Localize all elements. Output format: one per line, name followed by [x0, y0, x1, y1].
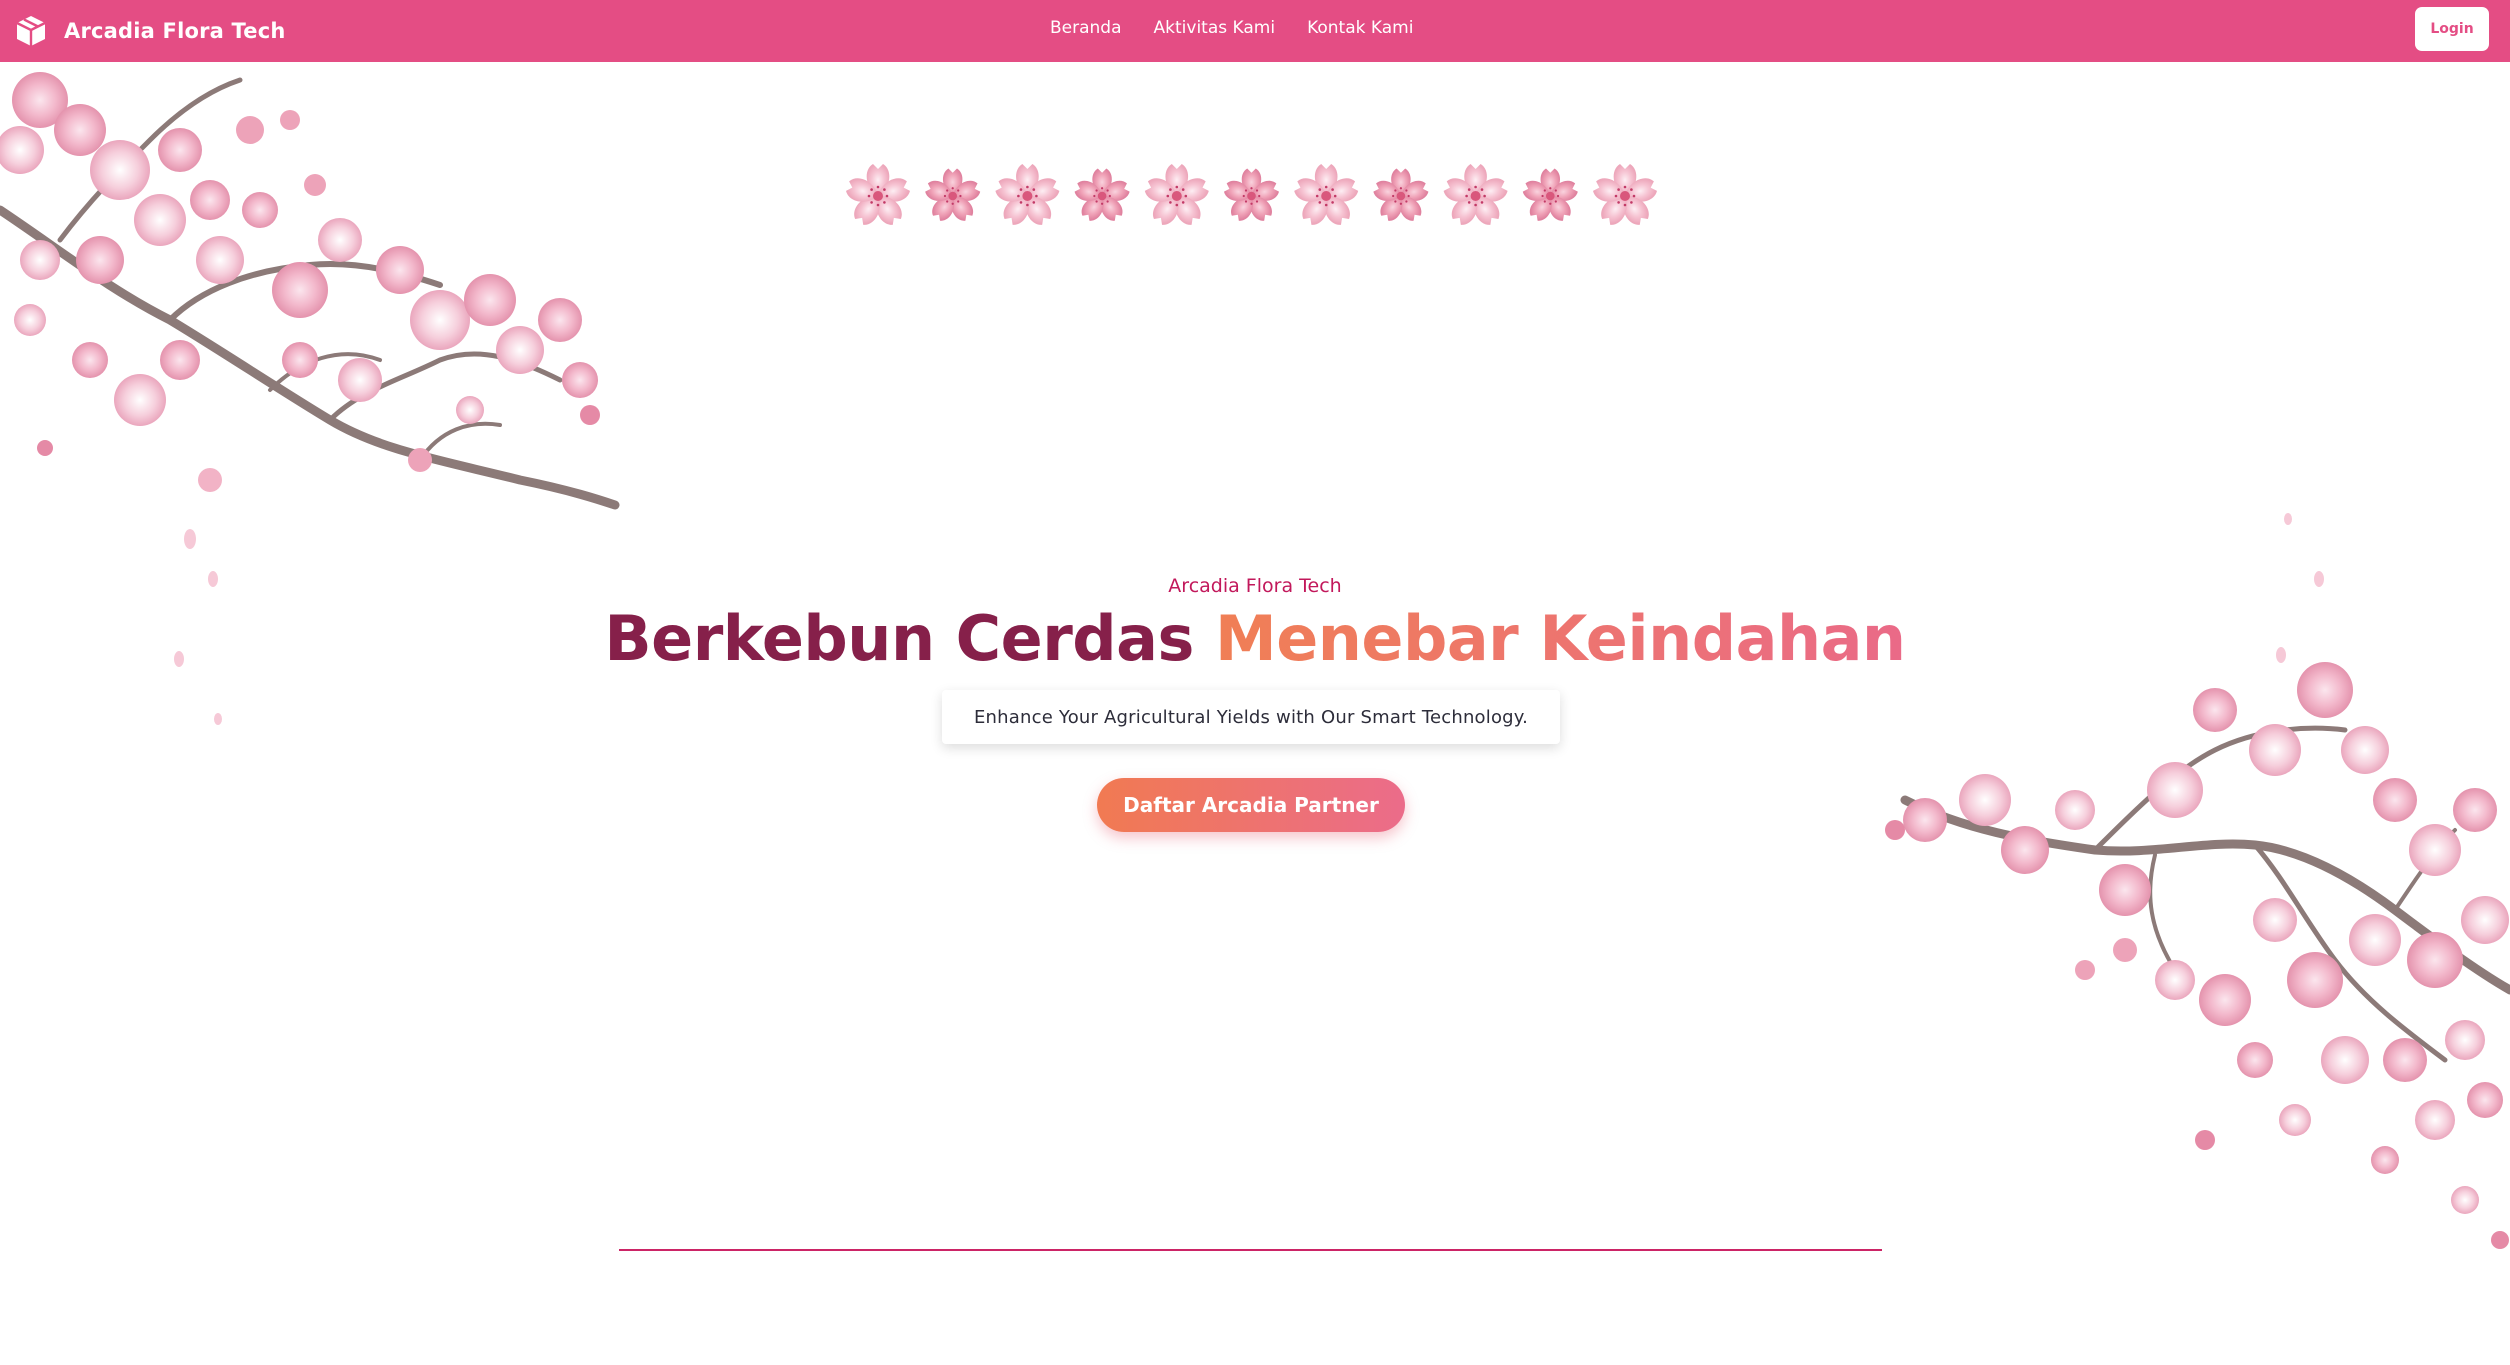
brand-link[interactable]: Arcadia Flora Tech	[14, 12, 286, 50]
hero-title-part2: Menebar Keindahan	[1215, 602, 1906, 675]
nav-link-aktivitas-kami[interactable]: Aktivitas Kami	[1154, 18, 1276, 38]
petal-icon	[214, 713, 222, 725]
sakura-flower-icon	[1522, 168, 1578, 221]
sakura-flower-icon	[925, 168, 981, 221]
sakura-flower-icon	[1294, 164, 1359, 225]
nav-link-beranda[interactable]: Beranda	[1050, 18, 1122, 38]
sakura-flower-icon	[1443, 164, 1508, 225]
sakura-flower-icon	[1144, 164, 1209, 225]
cherry-blossom-branch-icon	[0, 72, 620, 510]
sakura-flower-icon	[995, 164, 1060, 225]
sakura-flower-icon	[1373, 168, 1429, 221]
hero-tagline-box: Enhance Your Agricultural Yields with Ou…	[942, 690, 1560, 744]
hero-tagline: Enhance Your Agricultural Yields with Ou…	[973, 706, 1529, 728]
nav-links: Beranda Aktivitas Kami Kontak Kami	[1050, 0, 1413, 56]
login-button[interactable]: Login	[2415, 7, 2489, 51]
cube-icon	[14, 14, 48, 48]
hero-kicker: Arcadia Flora Tech	[1168, 575, 1342, 597]
sakura-flower-row	[846, 164, 1657, 225]
brand-name: Arcadia Flora Tech	[64, 19, 286, 43]
hero-title: Berkebun Cerdas Menebar Keindahan	[0, 598, 2510, 680]
sakura-flower-icon	[1074, 168, 1130, 221]
sakura-flower-icon	[846, 164, 910, 225]
section-divider	[619, 1249, 1882, 1251]
daftar-partner-button[interactable]: Daftar Arcadia Partner	[1097, 778, 1405, 832]
nav-link-kontak-kami[interactable]: Kontak Kami	[1307, 18, 1413, 38]
sakura-flower-icon	[1223, 168, 1280, 221]
hero-title-part1: Berkebun Cerdas	[604, 602, 1194, 675]
sakura-flower-icon	[1593, 164, 1657, 225]
navbar: Arcadia Flora Tech Beranda Aktivitas Kam…	[0, 0, 2510, 62]
petal-icon	[184, 529, 196, 549]
